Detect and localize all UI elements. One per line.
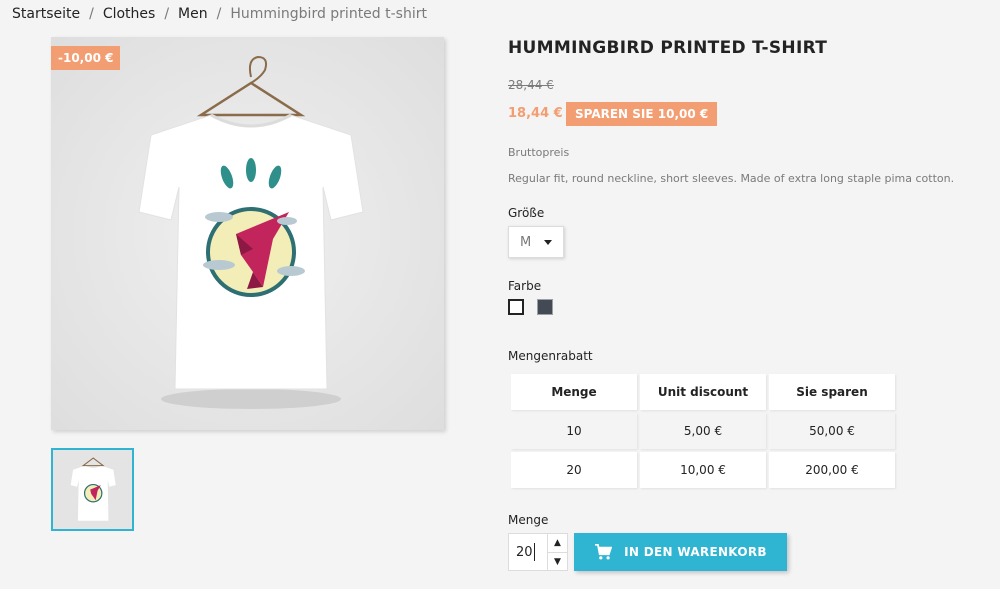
- table-cell: 50,00 €: [769, 413, 895, 449]
- table-cell: 10: [511, 413, 637, 449]
- breadcrumb-current: Hummingbird printed t-shirt: [230, 6, 427, 22]
- breadcrumb-separator: /: [216, 6, 222, 22]
- table-row: 10 5,00 € 50,00 €: [511, 413, 895, 449]
- table-header-row: Menge Unit discount Sie sparen: [511, 374, 895, 410]
- color-swatch-gray[interactable]: [537, 299, 553, 315]
- color-swatch-white[interactable]: [508, 299, 524, 315]
- product-main-image[interactable]: [51, 37, 444, 430]
- quantity-value: 20: [516, 544, 533, 560]
- color-label: Farbe: [508, 279, 542, 293]
- breadcrumb-men[interactable]: Men: [178, 6, 208, 22]
- table-header: Unit discount: [640, 374, 766, 410]
- breadcrumb-separator: /: [164, 6, 170, 22]
- table-cell: 5,00 €: [640, 413, 766, 449]
- size-label: Größe: [508, 206, 545, 220]
- table-row: 20 10,00 € 200,00 €: [511, 452, 895, 488]
- product-thumbnail[interactable]: [51, 448, 134, 531]
- breadcrumb-separator: /: [89, 6, 94, 22]
- tax-label: Bruttopreis: [508, 146, 570, 159]
- breadcrumb-clothes[interactable]: Clothes: [103, 6, 156, 22]
- quantity-input[interactable]: 20: [508, 533, 548, 571]
- regular-price: 28,44 €: [508, 78, 554, 92]
- table-header: Menge: [511, 374, 637, 410]
- table-header: Sie sparen: [769, 374, 895, 410]
- cart-icon: [595, 544, 613, 560]
- current-price: 18,44 €: [508, 106, 563, 121]
- tshirt-thumbnail-image: [53, 450, 132, 529]
- discount-badge: SPAREN SIE 10,00 €: [566, 102, 718, 126]
- text-cursor: [533, 543, 535, 561]
- quantity-label: Menge: [508, 513, 549, 527]
- quantity-stepper[interactable]: ▲ ▼: [547, 533, 568, 571]
- breadcrumb-home[interactable]: Startseite: [12, 6, 80, 22]
- breadcrumb: Startseite / Clothes / Men / Hummingbird…: [12, 6, 427, 22]
- short-description: Regular fit, round neckline, short sleev…: [508, 172, 955, 185]
- tshirt-image: [51, 37, 444, 430]
- add-to-cart-label: IN DEN WARENKORB: [624, 545, 767, 559]
- volume-discount-label: Mengenrabatt: [508, 349, 593, 363]
- caret-down-icon: [544, 240, 552, 245]
- product-title: HUMMINGBIRD PRINTED T-SHIRT: [508, 38, 828, 58]
- size-select[interactable]: M: [508, 226, 564, 258]
- add-to-cart-button[interactable]: IN DEN WARENKORB: [574, 533, 787, 571]
- table-cell: 200,00 €: [769, 452, 895, 488]
- chevron-down-icon[interactable]: ▼: [548, 552, 567, 571]
- discount-flag: -10,00 €: [51, 46, 121, 70]
- table-cell: 20: [511, 452, 637, 488]
- chevron-up-icon[interactable]: ▲: [548, 534, 567, 552]
- size-value: M: [520, 234, 532, 250]
- table-cell: 10,00 €: [640, 452, 766, 488]
- volume-discount-table: Menge Unit discount Sie sparen 10 5,00 €…: [508, 371, 898, 491]
